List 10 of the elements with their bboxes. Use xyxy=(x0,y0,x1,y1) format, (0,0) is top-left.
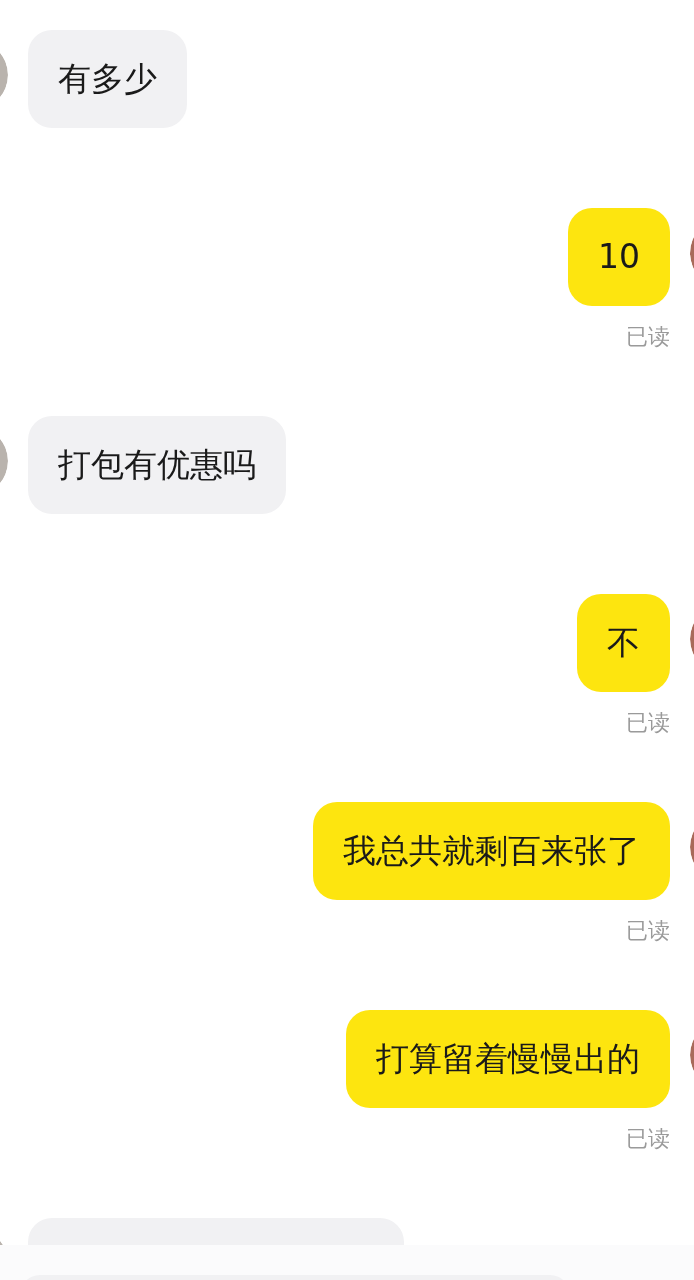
message-bubble: 不 xyxy=(577,594,670,692)
read-receipt: 已读 xyxy=(626,323,670,351)
message-bubble: 有多少 xyxy=(28,30,187,128)
message-bubble: 打包有优惠吗 xyxy=(28,416,286,514)
read-receipt: 已读 xyxy=(626,1125,670,1153)
message-bubble: 打算留着慢慢出的 xyxy=(346,1010,670,1108)
read-receipt: 已读 xyxy=(626,917,670,945)
read-receipt: 已读 xyxy=(626,709,670,737)
message-bubble: 我总共就剩百来张了 xyxy=(313,802,670,900)
message-bubble: 10 xyxy=(568,208,670,306)
